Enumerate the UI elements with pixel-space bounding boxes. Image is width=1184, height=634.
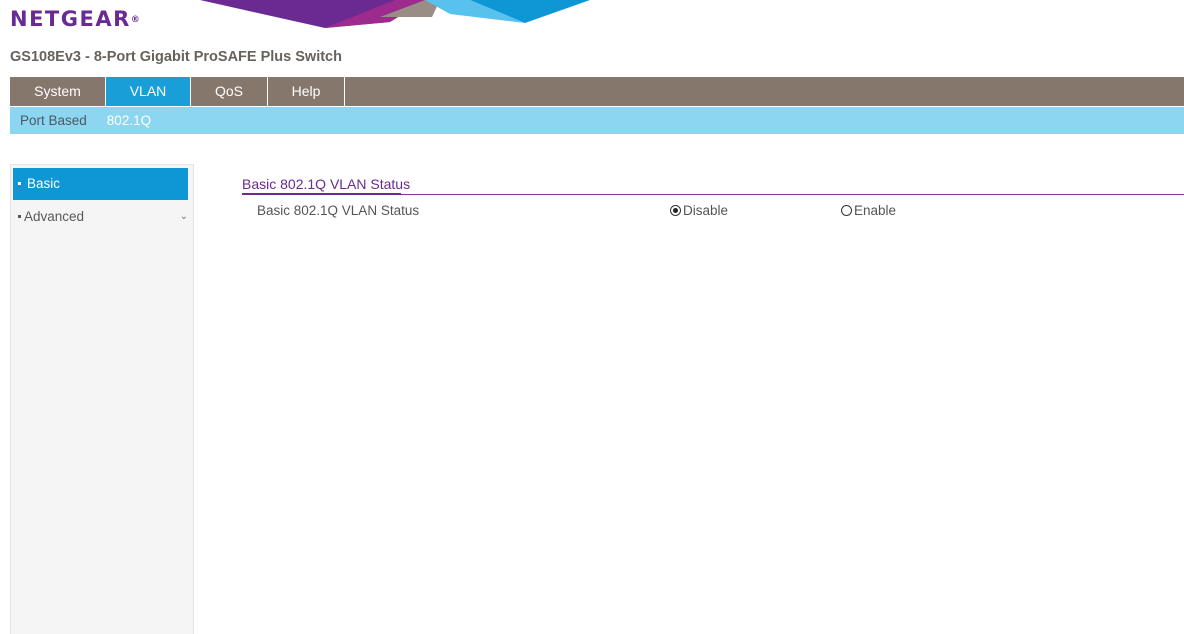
sub-nav: Port Based 802.1Q [10,107,1184,134]
radio-disable[interactable]: Disable [670,203,728,218]
tab-vlan[interactable]: VLAN [106,77,191,106]
main-nav: System VLAN QoS Help [10,77,1184,106]
radio-enable[interactable]: Enable [841,203,896,218]
radio-checked-icon[interactable] [670,205,681,216]
tab-system[interactable]: System [10,77,106,106]
sidebar-item-advanced[interactable]: Advanced ⌄ [13,203,188,231]
radio-label: Disable [683,203,729,218]
header-banner-graphic [200,0,590,28]
bullet-icon [18,215,21,218]
sidebar: Basic Advanced ⌄ [10,164,194,634]
section-title: Basic 802.1Q VLAN Status [242,176,411,192]
sidebar-item-basic[interactable]: Basic [13,168,188,200]
chevron-down-icon: ⌄ [179,211,188,222]
product-title: GS108Ev3 - 8-Port Gigabit ProSAFE Plus S… [10,49,342,65]
radio-label: Enable [854,203,897,218]
vlan-status-label: Basic 802.1Q VLAN Status [257,203,420,218]
sidebar-item-label: Advanced [24,209,85,224]
subtab-8021q[interactable]: 802.1Q [107,113,151,128]
tab-qos[interactable]: QoS [191,77,268,106]
section-title-underline [242,193,401,195]
tab-help[interactable]: Help [268,77,345,106]
registered-mark: ® [130,15,140,25]
bullet-icon [18,182,21,185]
netgear-logo: NETGEAR® [10,7,140,31]
brand-name: NETGEAR [10,7,131,31]
subtab-port-based[interactable]: Port Based [20,113,87,128]
radio-unchecked-icon[interactable] [841,205,852,216]
sidebar-item-label: Basic [27,176,61,191]
